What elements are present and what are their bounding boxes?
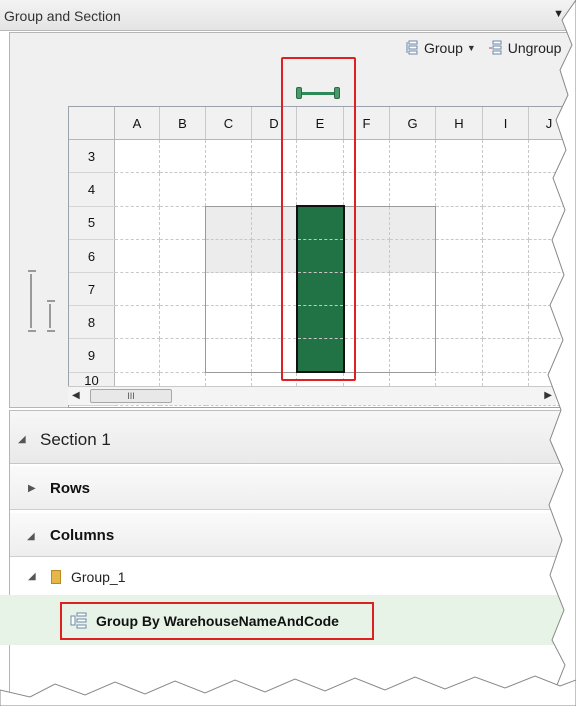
- cell[interactable]: [159, 139, 206, 173]
- cell[interactable]: [435, 338, 483, 373]
- row-header-9[interactable]: 9: [69, 338, 115, 373]
- cell[interactable]: [528, 272, 570, 306]
- cell[interactable]: [482, 338, 529, 373]
- columns-group-header[interactable]: ◢ Columns: [10, 513, 576, 557]
- scrollbar-thumb[interactable]: III: [90, 389, 172, 403]
- section-tree: ◢ Section 1 ▶ Rows ◢ Columns ◢ Group_1: [9, 410, 576, 706]
- group-range-cell[interactable]: [205, 239, 252, 273]
- group-range-cell[interactable]: [389, 272, 436, 306]
- cell[interactable]: [482, 139, 529, 173]
- collapse-triangle-icon[interactable]: ◢: [27, 531, 35, 542]
- horizontal-scrollbar[interactable]: ◀ III ▶: [68, 386, 556, 405]
- column-header-a[interactable]: A: [114, 107, 160, 140]
- group-range-cell[interactable]: [389, 239, 436, 273]
- rows-group-header[interactable]: ▶ Rows: [10, 466, 576, 510]
- column-header-g[interactable]: G: [389, 107, 436, 140]
- ungroup-button-label: Ungroup: [507, 40, 562, 56]
- cell[interactable]: [528, 206, 570, 240]
- group-name-label: Group_1: [71, 569, 126, 585]
- cell[interactable]: [528, 305, 570, 339]
- cell[interactable]: [482, 305, 529, 339]
- ungroup-icon: [488, 40, 502, 55]
- column-header-b[interactable]: B: [159, 107, 206, 140]
- row-header-3[interactable]: 3: [69, 139, 115, 173]
- dropdown-arrow-icon[interactable]: ▼: [553, 8, 564, 20]
- toolbar: Group ▼ Ungroup: [404, 40, 569, 60]
- group-range-cell[interactable]: [389, 205, 436, 240]
- row-header-6[interactable]: 6: [69, 239, 115, 273]
- chevron-down-icon: ▼: [466, 43, 476, 53]
- group-by-icon: [70, 612, 87, 629]
- cell[interactable]: [159, 172, 206, 207]
- cell[interactable]: [114, 139, 160, 173]
- cell[interactable]: [482, 272, 529, 306]
- cell[interactable]: [435, 139, 483, 173]
- scroll-left-icon[interactable]: ◀: [72, 390, 80, 401]
- row-header-4[interactable]: 4: [69, 172, 115, 207]
- cell[interactable]: [159, 272, 206, 306]
- section-title: Section 1: [40, 430, 111, 449]
- expand-triangle-icon[interactable]: ▶: [28, 483, 36, 494]
- group-range-cell[interactable]: [389, 338, 436, 373]
- cell[interactable]: [528, 172, 570, 207]
- row-header-5[interactable]: 5: [69, 206, 115, 240]
- row-header-7[interactable]: 7: [69, 272, 115, 306]
- row-group-bracket-inner[interactable]: [47, 300, 55, 332]
- group-range-cell[interactable]: [205, 272, 252, 306]
- columns-label: Columns: [50, 527, 115, 544]
- rows-label: Rows: [50, 480, 91, 497]
- cell[interactable]: [114, 305, 160, 339]
- cell[interactable]: [159, 239, 206, 273]
- collapse-triangle-icon[interactable]: ◢: [28, 571, 36, 582]
- cell[interactable]: [159, 206, 206, 240]
- tree-item-group-1[interactable]: ◢ Group_1: [10, 560, 576, 594]
- group-button-label: Group: [424, 40, 463, 56]
- scroll-right-icon[interactable]: ▶: [544, 390, 552, 401]
- panel-header: Group and Section ▼: [0, 0, 576, 31]
- folder-icon: [51, 570, 61, 584]
- ungroup-button[interactable]: Ungroup: [488, 40, 562, 56]
- cell[interactable]: [114, 206, 160, 240]
- cell[interactable]: [435, 272, 483, 306]
- cell[interactable]: [114, 272, 160, 306]
- cell[interactable]: [114, 338, 160, 373]
- cell[interactable]: [482, 172, 529, 207]
- cell[interactable]: [389, 139, 436, 173]
- column-header-i[interactable]: I: [482, 107, 529, 140]
- column-e-highlight: [281, 57, 356, 381]
- row-header-8[interactable]: 8: [69, 305, 115, 339]
- column-header-h[interactable]: H: [435, 107, 483, 140]
- cell[interactable]: [528, 139, 570, 173]
- cell[interactable]: [435, 305, 483, 339]
- group-range-cell[interactable]: [205, 205, 252, 240]
- section-header[interactable]: ◢ Section 1: [10, 410, 576, 464]
- group-range-cell[interactable]: [205, 338, 252, 373]
- cell[interactable]: [435, 239, 483, 273]
- cell[interactable]: [435, 206, 483, 240]
- cell[interactable]: [528, 239, 570, 273]
- column-header-j[interactable]: J: [528, 107, 570, 140]
- grid-corner[interactable]: [69, 107, 115, 140]
- cell[interactable]: [482, 206, 529, 240]
- cell[interactable]: [205, 172, 252, 207]
- cell[interactable]: [159, 338, 206, 373]
- panel-title: Group and Section: [4, 8, 121, 24]
- cell[interactable]: [205, 139, 252, 173]
- cell[interactable]: [435, 172, 483, 207]
- cell[interactable]: [389, 172, 436, 207]
- cell[interactable]: [114, 172, 160, 207]
- collapse-triangle-icon[interactable]: ◢: [18, 434, 26, 445]
- group-icon: [406, 40, 418, 55]
- group-range-cell[interactable]: [389, 305, 436, 339]
- cell[interactable]: [528, 338, 570, 373]
- cell[interactable]: [482, 239, 529, 273]
- group-by-label[interactable]: Group By WarehouseNameAndCode: [96, 613, 339, 629]
- column-header-c[interactable]: C: [205, 107, 252, 140]
- row-group-bracket-outer[interactable]: [28, 270, 36, 332]
- cell[interactable]: [159, 305, 206, 339]
- cell[interactable]: [114, 239, 160, 273]
- group-range-cell[interactable]: [205, 305, 252, 339]
- group-button[interactable]: Group ▼: [404, 40, 476, 56]
